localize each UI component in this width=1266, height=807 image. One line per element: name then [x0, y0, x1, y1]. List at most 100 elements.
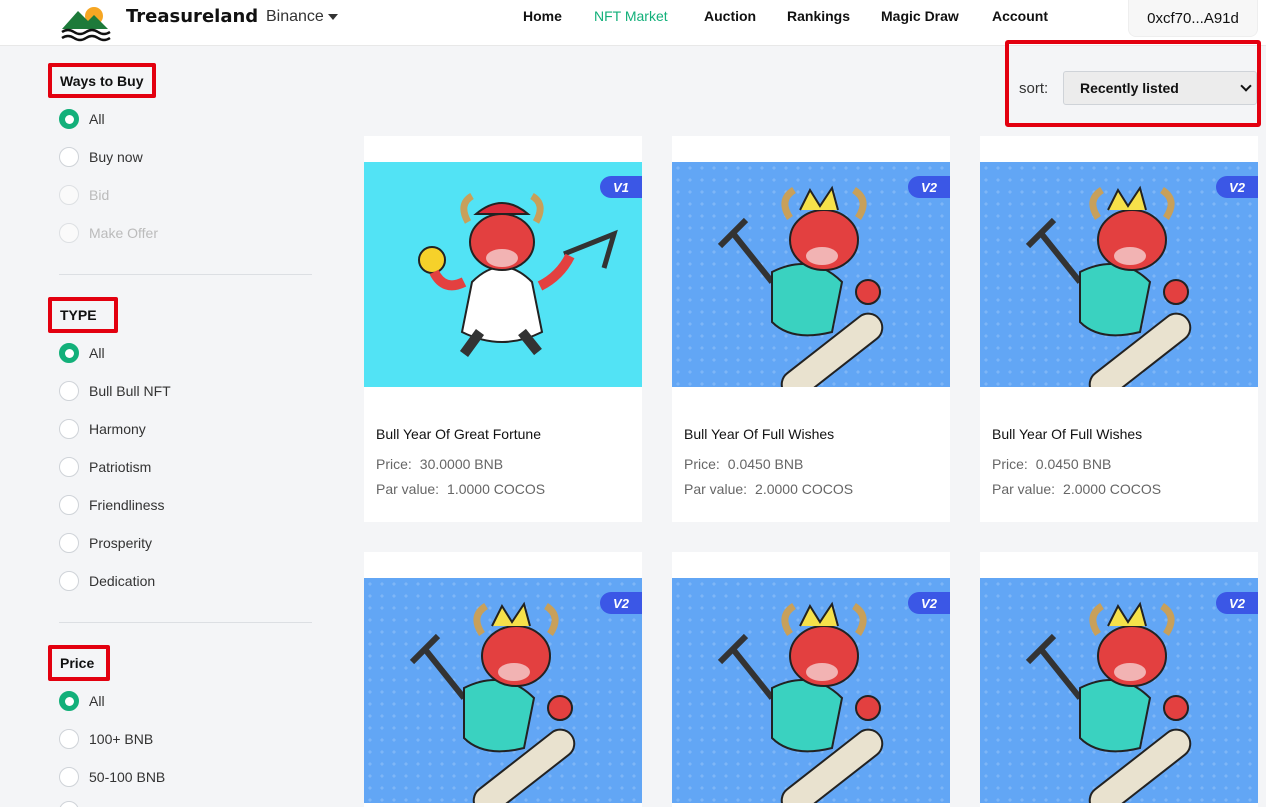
- radio-price-next[interactable]: [59, 801, 89, 807]
- bull-skater-illustration-icon: [1025, 185, 1192, 387]
- nft-image: V2: [980, 162, 1258, 387]
- nft-title: Bull Year Of Great Fortune: [376, 426, 541, 442]
- radio-label: Harmony: [89, 421, 146, 437]
- par-label: Par value:: [992, 481, 1056, 497]
- nft-price: Price: 0.0450 BNB: [992, 456, 1111, 472]
- radio-label: Friendliness: [89, 497, 165, 513]
- bull-miner-illustration-icon: [418, 192, 618, 357]
- radio-type-prosperity[interactable]: Prosperity: [59, 533, 152, 553]
- radio-label: Bid: [89, 187, 110, 203]
- chevron-down-icon: [1240, 80, 1252, 92]
- radio-icon: [59, 801, 79, 807]
- sort-selected-value: Recently listed: [1080, 80, 1179, 96]
- price-value: 30.0000 BNB: [419, 456, 504, 472]
- radio-ways-buy-now[interactable]: Buy now: [59, 147, 143, 167]
- filter-title-ways-to-buy: Ways to Buy: [48, 63, 156, 98]
- radio-ways-bid: Bid: [59, 185, 109, 205]
- radio-label: 50-100 BNB: [89, 769, 166, 785]
- version-badge: V2: [1216, 592, 1258, 614]
- sort-select[interactable]: Recently listed: [1063, 71, 1257, 105]
- radio-price-100-plus[interactable]: 100+ BNB: [59, 729, 153, 749]
- radio-selected-icon: [59, 343, 79, 363]
- price-label: Price:: [376, 456, 412, 472]
- nav-rankings[interactable]: Rankings: [787, 8, 850, 24]
- bull-skater-illustration-icon: [717, 185, 884, 387]
- network-dropdown[interactable]: Binance: [266, 8, 338, 26]
- radio-label: 100+ BNB: [89, 731, 154, 747]
- nft-card[interactable]: V2 Bull Year Of Full Wishes Price: 0.0450…: [672, 136, 950, 522]
- radio-type-bull-bull-nft[interactable]: Bull Bull NFT: [59, 381, 171, 401]
- nft-card[interactable]: V2: [672, 552, 950, 807]
- radio-type-harmony[interactable]: Harmony: [59, 419, 146, 439]
- nft-card[interactable]: V1 Bull Year Of Great Fortune Price: 30.0…: [364, 136, 642, 522]
- radio-selected-icon: [59, 691, 79, 711]
- nft-image: V2: [364, 578, 642, 803]
- bull-skater-illustration-icon: [717, 601, 884, 803]
- radio-label: Patriotism: [89, 459, 152, 475]
- version-badge: V2: [600, 592, 642, 614]
- sort-label: sort:: [1019, 80, 1049, 97]
- nav-magic-draw[interactable]: Magic Draw: [881, 8, 959, 24]
- radio-label: Dedication: [89, 573, 156, 589]
- filter-title-type: TYPE: [48, 297, 118, 333]
- par-label: Par value:: [684, 481, 748, 497]
- radio-icon: [59, 419, 79, 439]
- radio-icon: [59, 457, 79, 477]
- radio-label: All: [89, 111, 105, 127]
- nft-par-value: Par value: 2.0000 COCOS: [684, 481, 853, 497]
- nft-price: Price: 30.0000 BNB: [376, 456, 503, 472]
- radio-price-50-100[interactable]: 50-100 BNB: [59, 767, 165, 787]
- radio-icon: [59, 185, 79, 205]
- version-badge: V2: [908, 176, 950, 198]
- nft-title: Bull Year Of Full Wishes: [684, 426, 835, 442]
- filter-title-price: Price: [48, 645, 110, 681]
- network-label: Binance: [266, 8, 324, 25]
- filter-divider: [59, 622, 312, 623]
- nft-card[interactable]: V2 Bull Year Of Full Wishes Price: 0.0450…: [980, 136, 1258, 522]
- version-badge: V2: [908, 592, 950, 614]
- radio-selected-icon: [59, 109, 79, 129]
- par-value: 2.0000 COCOS: [1063, 481, 1162, 497]
- bull-skater-illustration-icon: [409, 601, 576, 803]
- nft-title: Bull Year Of Full Wishes: [992, 426, 1143, 442]
- filter-divider: [59, 274, 312, 275]
- radio-type-patriotism[interactable]: Patriotism: [59, 457, 151, 477]
- radio-type-all[interactable]: All: [59, 343, 105, 363]
- caret-down-icon: [327, 14, 338, 20]
- radio-icon: [59, 767, 79, 787]
- price-label: Price:: [684, 456, 720, 472]
- radio-label: All: [89, 693, 105, 709]
- par-value: 2.0000 COCOS: [755, 481, 854, 497]
- radio-icon: [59, 381, 79, 401]
- price-value: 0.0450 BNB: [727, 456, 804, 472]
- radio-type-dedication[interactable]: Dedication: [59, 571, 155, 591]
- brand-logo[interactable]: Treasureland: [58, 0, 258, 44]
- nft-image: V1: [364, 162, 642, 387]
- nft-par-value: Par value: 2.0000 COCOS: [992, 481, 1161, 497]
- radio-price-all[interactable]: All: [59, 691, 105, 711]
- nav-account[interactable]: Account: [992, 8, 1048, 24]
- radio-label: Buy now: [89, 149, 143, 165]
- radio-icon: [59, 533, 79, 553]
- price-label: Price:: [992, 456, 1028, 472]
- radio-label: Bull Bull NFT: [89, 383, 171, 399]
- bull-skater-illustration-icon: [1025, 601, 1192, 803]
- nft-price: Price: 0.0450 BNB: [684, 456, 803, 472]
- nft-image: V2: [672, 578, 950, 803]
- sun-mountain-logo-icon: [61, 7, 111, 42]
- radio-ways-all[interactable]: All: [59, 109, 105, 129]
- nft-par-value: Par value: 1.0000 COCOS: [376, 481, 545, 497]
- version-badge: V2: [1216, 176, 1258, 198]
- radio-icon: [59, 571, 79, 591]
- radio-type-friendliness[interactable]: Friendliness: [59, 495, 164, 515]
- par-label: Par value:: [376, 481, 440, 497]
- nav-nft-market[interactable]: NFT Market: [594, 8, 668, 24]
- nav-home[interactable]: Home: [523, 8, 562, 24]
- nft-card[interactable]: V2: [364, 552, 642, 807]
- radio-icon: [59, 147, 79, 167]
- nav-auction[interactable]: Auction: [704, 8, 756, 24]
- nft-card[interactable]: V2: [980, 552, 1258, 807]
- wallet-address-button[interactable]: 0xcf70...A91d: [1128, 0, 1258, 37]
- version-badge: V1: [600, 176, 642, 198]
- radio-icon: [59, 495, 79, 515]
